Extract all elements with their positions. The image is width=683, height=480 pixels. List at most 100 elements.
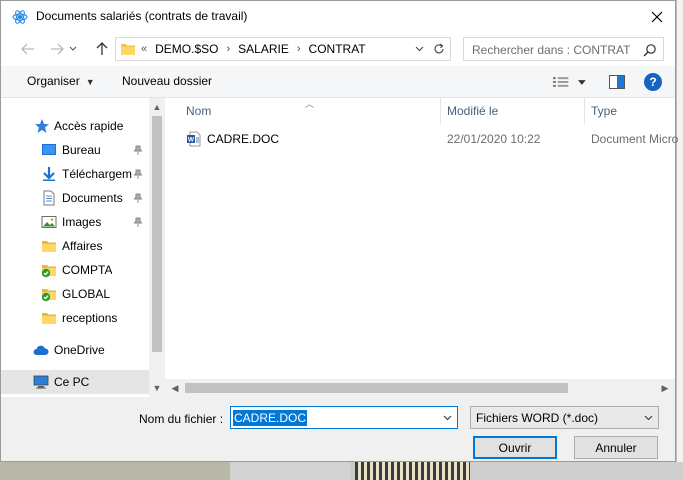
sidebar-item-label: receptions [62,311,118,325]
folder-icon [42,313,56,324]
file-modified: 22/01/2020 10:22 [447,132,541,146]
scrollbar-thumb[interactable] [185,383,568,393]
horizontal-scrollbar[interactable]: ◀ ▶ [165,379,675,397]
sidebar-item-telechargements[interactable]: Téléchargements [1,162,149,186]
recent-locations-button[interactable] [67,38,79,60]
app-icon [12,10,28,24]
organize-menu-button[interactable]: Organiser ▼ [27,74,95,88]
navigation-pane: Accès rapide Bureau Téléchargements [1,98,165,397]
filename-value[interactable]: CADRE.DOC [233,410,308,426]
sidebar-item-global[interactable]: GLOBAL [1,282,149,306]
details-view-icon [552,77,569,87]
sort-ascending-icon: ︿ [305,99,315,109]
sidebar-item-label: Accès rapide [54,119,124,133]
background-app-bottom [0,462,683,480]
sidebar-item-label: Téléchargements [62,167,132,181]
table-row[interactable]: W CADRE.DOC 22/01/2020 10:22 Document Mi… [177,128,678,150]
sidebar-item-label: Bureau [62,143,101,157]
refresh-icon [434,43,444,54]
star-icon [35,119,49,133]
filter-dropdown-button[interactable] [642,412,654,424]
download-icon [43,167,55,181]
background-app-edge [676,0,683,480]
column-divider[interactable] [440,98,441,124]
up-button[interactable] [91,38,113,60]
breadcrumb-item[interactable]: CONTRAT [309,42,366,56]
address-overflow[interactable]: « [141,43,147,55]
sidebar-item-label: OneDrive [54,343,105,357]
search-box[interactable]: Rechercher dans : CONTRAT [463,37,664,61]
pin-icon [133,169,143,179]
back-arrow-icon [21,43,34,55]
images-icon [41,216,57,228]
sidebar-item-documents[interactable]: Documents [1,186,149,210]
command-bar: Organiser ▼ Nouveau dossier ? [1,66,675,98]
change-view-button[interactable] [552,74,586,90]
search-icon[interactable] [643,43,657,57]
filename-history-button[interactable] [441,412,453,424]
caret-down-icon: ▼ [85,77,95,87]
sidebar-item-label: Affaires [62,239,103,253]
column-divider[interactable] [584,98,585,124]
preview-pane-icon[interactable] [608,74,626,90]
help-icon[interactable]: ? [644,73,662,91]
scroll-left-icon[interactable]: ◀ [167,380,183,396]
navigation-bar: « DEMO.$SO › SALARIE › CONTRAT Recherche… [1,32,675,66]
breadcrumb-separator-icon[interactable]: › [297,43,301,55]
sidebar-item-affaires[interactable]: Affaires [1,234,149,258]
column-header-modified[interactable]: Modifié le [447,98,498,124]
column-header-name[interactable]: Nom [186,98,211,124]
search-placeholder: Rechercher dans : CONTRAT [472,43,631,57]
sidebar-item-onedrive[interactable]: OneDrive [1,338,149,362]
folder-icon [121,44,135,55]
sidebar-item-label: Images [62,215,102,229]
sidebar-item-bureau[interactable]: Bureau [1,138,149,162]
pin-icon [133,217,143,227]
pin-icon [133,145,143,155]
desktop-icon [42,144,56,155]
address-history-button[interactable] [412,42,426,56]
sidebar-item-ce-pc[interactable]: Ce PC [1,370,149,394]
refresh-button[interactable] [431,41,447,57]
forward-button[interactable] [46,38,68,60]
breadcrumb-item[interactable]: SALARIE [238,42,289,56]
sidebar-item-label: COMPTA [62,263,113,277]
synced-folder-icon [41,289,56,302]
up-arrow-icon [96,42,108,55]
cancel-button[interactable]: Annuler [574,436,658,459]
file-name: CADRE.DOC [207,132,280,146]
window-title: Documents salariés (contrats de travail) [36,9,248,23]
organize-label: Organiser [27,74,80,88]
computer-icon [33,375,49,389]
open-button[interactable]: Ouvrir [473,436,557,459]
column-header-type[interactable]: Type [591,98,617,124]
title-bar: Documents salariés (contrats de travail) [1,1,675,32]
filename-label: Nom du fichier : [139,412,224,426]
chevron-down-icon [415,46,423,52]
scroll-up-icon[interactable]: ▲ [149,99,165,115]
close-button[interactable] [639,1,675,32]
breadcrumb-separator-icon[interactable]: › [226,43,230,55]
file-type-filter[interactable]: Fichiers WORD (*.doc) [470,406,659,429]
forward-arrow-icon [51,43,64,55]
back-button[interactable] [17,38,39,60]
file-open-dialog: Documents salariés (contrats de travail) [0,0,678,462]
word-document-icon: W [187,131,201,147]
breadcrumb-item[interactable]: DEMO.$SO [155,42,218,56]
sidebar-item-receptions[interactable]: receptions [1,306,149,330]
scrollbar-thumb[interactable] [152,116,162,352]
address-bar[interactable]: « DEMO.$SO › SALARIE › CONTRAT [115,37,451,61]
sidebar-item-images[interactable]: Images [1,210,149,234]
sidebar-item-compta[interactable]: COMPTA [1,258,149,282]
filename-input[interactable]: CADRE.DOC [230,406,458,429]
chevron-down-icon [644,415,652,421]
new-folder-label: Nouveau dossier [122,74,213,88]
dialog-footer: Nom du fichier : CADRE.DOC Fichiers WORD… [1,397,675,461]
scroll-right-icon[interactable]: ▶ [657,380,673,396]
chevron-down-icon [443,415,451,421]
scroll-down-icon[interactable]: ▼ [149,380,165,396]
new-folder-button[interactable]: Nouveau dossier [122,74,212,88]
sidebar-item-acces-rapide[interactable]: Accès rapide [1,114,149,138]
navigation-pane-scrollbar[interactable]: ▲ ▼ [149,98,165,397]
sidebar-item-label: Documents [62,191,123,205]
